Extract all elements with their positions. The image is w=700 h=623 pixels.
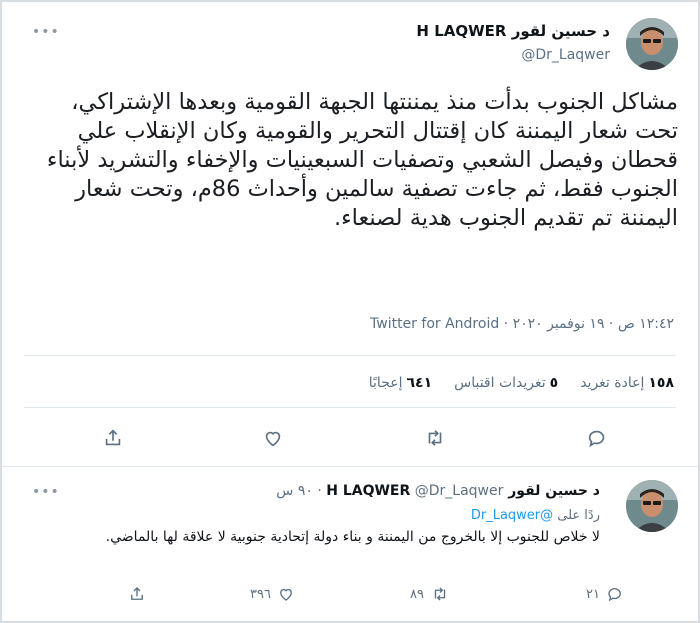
reply-reply-action[interactable]: ٢١	[586, 585, 624, 603]
reply-retweet-action[interactable]: ٨٩	[410, 585, 450, 603]
quotes-stat[interactable]: ٥تغريدات اقتباس	[454, 375, 558, 391]
reply-text: لا خلاص للجنوب إلا بالخروج من اليمننة و …	[105, 529, 600, 545]
reply-icon[interactable]	[584, 425, 610, 451]
like-count: ٣٩٦	[250, 586, 271, 602]
heart-icon	[280, 588, 292, 601]
like-icon[interactable]	[260, 425, 286, 451]
tweet-stats: ١٥٨إعادة تغريد ٥تغريدات اقتباس ٦٤١إعجابً…	[369, 375, 674, 391]
share-icon[interactable]	[100, 425, 126, 451]
more-options-icon[interactable]: •••	[32, 24, 60, 40]
avatar[interactable]	[626, 18, 678, 70]
reply-count: ٢١	[586, 586, 600, 602]
reply-time[interactable]: · ٩٠ س	[276, 483, 322, 499]
reply-author-handle[interactable]: @Dr_Laqwer	[415, 483, 504, 499]
replying-to-handle[interactable]: @Dr_Laqwer	[471, 508, 553, 523]
avatar-photo-icon	[626, 18, 678, 70]
retweets-stat[interactable]: ١٥٨إعادة تغريد	[580, 375, 674, 391]
avatar-photo-icon	[626, 480, 678, 532]
author-handle[interactable]: @Dr_Laqwer	[521, 47, 610, 63]
retweet-icon[interactable]	[422, 425, 448, 451]
tweet-timestamp[interactable]: ١٢:٤٢ ص · ١٩ نوفمبر ٢٠٢٠ · Twitter for A…	[370, 316, 674, 332]
replying-to-label: ردًا على	[557, 508, 600, 523]
tweet-actions	[0, 425, 700, 455]
share-icon	[131, 587, 143, 600]
divider	[24, 407, 676, 408]
tweet-text: مشاكل الجنوب بدأت منذ يمننتها الجبهة الق…	[46, 89, 678, 231]
reply-avatar[interactable]	[626, 480, 678, 532]
retweet-icon	[434, 587, 446, 601]
retweet-count: ٨٩	[410, 586, 424, 602]
likes-stat[interactable]: ٦٤١إعجابًا	[369, 375, 432, 391]
reply-icon	[608, 588, 621, 602]
reply-more-options-icon[interactable]: •••	[32, 484, 60, 500]
divider	[24, 355, 676, 356]
tweet-separator	[2, 466, 698, 467]
reply-header: د حسين لقور H LAQWER @Dr_Laqwer · ٩٠ س	[276, 483, 600, 499]
reply-share-action[interactable]	[128, 585, 146, 603]
reply-like-action[interactable]: ٣٩٦	[250, 585, 295, 603]
replying-to: ردًا على @Dr_Laqwer	[471, 508, 600, 523]
author-name[interactable]: د حسين لقور H LAQWER	[416, 22, 610, 40]
